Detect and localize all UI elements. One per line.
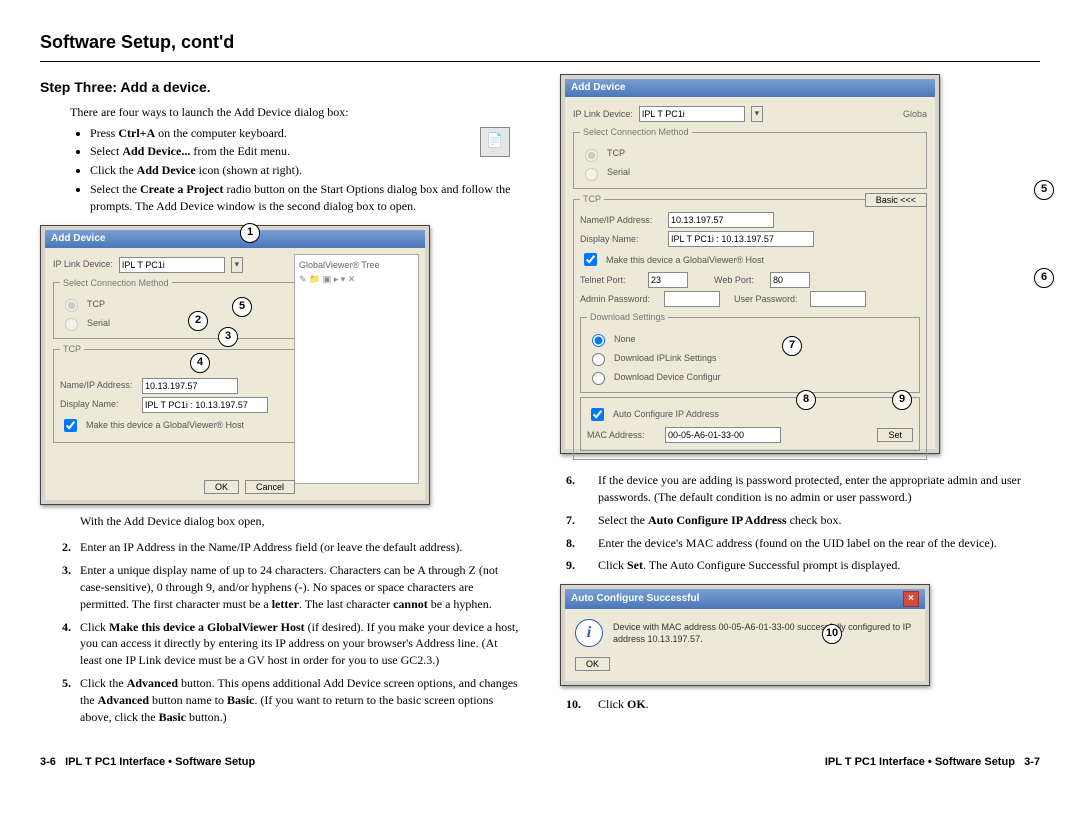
tcp-radio[interactable]	[65, 299, 78, 312]
steps-list-right: 6.If the device you are adding is passwo…	[560, 472, 1040, 574]
telnet-port-field[interactable]	[648, 272, 688, 288]
footer-right-page: 3-7	[1024, 756, 1040, 768]
name-ip-field[interactable]	[668, 212, 774, 228]
ok-button[interactable]: OK	[204, 480, 239, 494]
footer-text-left: IPL T PC1 Interface • Software Setup	[65, 756, 255, 768]
auto-configure-checkbox[interactable]	[591, 408, 604, 421]
step-7: 7.Select the Auto Configure IP Address c…	[560, 512, 1040, 529]
dropdown-arrow-icon[interactable]: ▾	[231, 257, 243, 273]
basic-button[interactable]: Basic <<<	[865, 193, 927, 207]
connection-method-group: Select Connection Method TCP Serial	[573, 126, 927, 189]
launch-item: Select Add Device... from the Edit menu.	[90, 143, 520, 160]
footer-left-page: 3-6	[40, 756, 56, 768]
auto-configure-success-screenshot: Auto Configure Successful × i Device with…	[560, 584, 930, 686]
page-footer: 3-6 IPL T PC1 Interface • Software Setup…	[40, 755, 1040, 770]
intro-text: There are four ways to launch the Add De…	[70, 104, 520, 121]
dialog-title: Auto Configure Successful	[571, 592, 699, 606]
serial-radio[interactable]	[585, 168, 598, 181]
iplink-device-field[interactable]	[119, 257, 225, 273]
page-title: Software Setup, cont'd	[40, 30, 1040, 55]
launch-item: Click the Add Device icon (shown at righ…	[90, 162, 520, 179]
user-password-field[interactable]	[810, 291, 866, 307]
launch-list: Press Ctrl+A on the computer keyboard. S…	[90, 125, 520, 215]
mac-address-field[interactable]	[665, 427, 781, 443]
web-port-field[interactable]	[770, 272, 810, 288]
make-host-checkbox[interactable]	[584, 253, 597, 266]
download-settings-group: Download Settings None Download IPLink S…	[580, 311, 920, 393]
close-icon[interactable]: ×	[903, 591, 919, 607]
footer-text-right: IPL T PC1 Interface • Software Setup	[825, 756, 1015, 768]
cancel-button[interactable]: Cancel	[245, 480, 295, 494]
add-device-toolbar-icon: 📄	[480, 127, 510, 157]
make-host-checkbox[interactable]	[64, 419, 77, 432]
callout-5: 5	[232, 297, 252, 317]
callout-6: 6	[1034, 268, 1054, 288]
step-9: 9.Click Set. The Auto Configure Successf…	[560, 557, 1040, 574]
steps-list-right-2: 10.Click OK.	[560, 696, 1040, 713]
iplink-label: IP Link Device:	[53, 258, 113, 271]
step-5: Click the Advanced button. This opens ad…	[74, 675, 520, 725]
name-ip-field[interactable]	[142, 378, 238, 394]
callout-2: 2	[188, 311, 208, 331]
step-heading: Step Three: Add a device.	[40, 78, 520, 98]
launch-item: Press Ctrl+A on the computer keyboard.	[90, 125, 520, 142]
display-name-field[interactable]	[668, 231, 814, 247]
success-message: Device with MAC address 00-05-A6-01-33-0…	[613, 621, 915, 646]
download-iplink-radio[interactable]	[592, 353, 605, 366]
step-10: 10.Click OK.	[560, 696, 1040, 713]
step-3: Enter a unique display name of up to 24 …	[74, 562, 520, 612]
download-device-radio[interactable]	[592, 372, 605, 385]
iplink-device-field[interactable]	[639, 106, 745, 122]
dialog-title: Add Device	[51, 232, 105, 246]
title-rule	[40, 61, 1040, 62]
add-device-basic-screenshot: Add Device IP Link Device: ▾ Select Conn…	[40, 225, 520, 505]
callout-3: 3	[218, 327, 238, 347]
dialog-title: Add Device	[571, 81, 625, 95]
callout-5b: 5	[1034, 180, 1054, 200]
ok-button[interactable]: OK	[575, 657, 610, 671]
set-button[interactable]: Set	[877, 428, 913, 442]
display-name-field[interactable]	[142, 397, 268, 413]
step-4: Click Make this device a GlobalViewer Ho…	[74, 619, 520, 669]
tcp-advanced-group: TCP Basic <<< Name/IP Address: Display N…	[573, 193, 927, 460]
step-2: Enter an IP Address in the Name/IP Addre…	[74, 539, 520, 556]
callout-4: 4	[190, 353, 210, 373]
admin-password-field[interactable]	[664, 291, 720, 307]
info-icon: i	[575, 619, 603, 647]
with-dialog-open-text: With the Add Device dialog box open,	[80, 513, 520, 530]
steps-list-left: Enter an IP Address in the Name/IP Addre…	[74, 539, 520, 725]
dropdown-arrow-icon[interactable]: ▾	[751, 106, 763, 122]
serial-radio[interactable]	[65, 318, 78, 331]
download-none-radio[interactable]	[592, 334, 605, 347]
auto-configure-group: Auto Configure IP Address MAC Address: S…	[580, 397, 920, 451]
callout-1: 1	[240, 223, 260, 243]
tcp-radio[interactable]	[585, 149, 598, 162]
step-6: 6.If the device you are adding is passwo…	[560, 472, 1040, 506]
step-8: 8.Enter the device's MAC address (found …	[560, 535, 1040, 552]
launch-item: Select the Create a Project radio button…	[90, 181, 520, 215]
gv-tree-panel: GlobalViewer® Tree ✎ 📁 ▣ ▸ ▾ ✕	[294, 254, 419, 484]
add-device-advanced-screenshot: Add Device IP Link Device: ▾ Globa Selec…	[560, 74, 1040, 454]
